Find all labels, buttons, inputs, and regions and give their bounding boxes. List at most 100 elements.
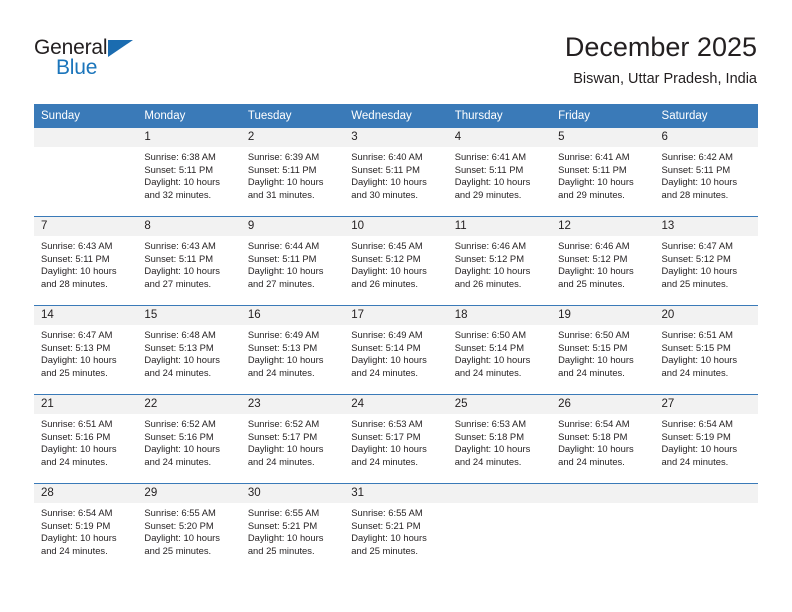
day-cell[interactable]: 31 Sunrise: 6:55 AM Sunset: 5:21 PM Dayligh… — [344, 483, 448, 572]
daylight-text-line2: and 25 minutes. — [144, 544, 212, 556]
daylight-text-line1: Daylight: 10 hours — [454, 265, 531, 277]
day-number: 21 — [34, 395, 138, 414]
daylight-text-line2: and 24 minutes. — [41, 455, 108, 467]
day-number: 16 — [240, 306, 345, 325]
sunset-text: Sunset: 5:11 PM — [144, 163, 214, 175]
calendar-week-row: 1 Sunrise: 6:38 AM Sunset: 5:11 PM Daylight… — [34, 127, 758, 216]
daylight-text-line2: and 25 minutes. — [661, 277, 729, 289]
calendar-cell: 15 Sunrise: 6:48 AM Sunset: 5:13 PM Dayligh… — [137, 305, 241, 394]
day-cell[interactable]: 16 Sunrise: 6:49 AM Sunset: 5:13 PM Dayligh… — [240, 305, 345, 394]
weekday-header-monday: Monday — [137, 104, 241, 127]
sunset-text: Sunset: 5:15 PM — [661, 341, 731, 353]
day-cell[interactable]: 12 Sunrise: 6:46 AM Sunset: 5:12 PM Dayligh… — [551, 216, 655, 305]
sunset-text: Sunset: 5:14 PM — [454, 341, 524, 353]
sunrise-text: Sunrise: 6:52 AM — [144, 418, 216, 429]
day-cell[interactable]: 20 Sunrise: 6:51 AM Sunset: 5:15 PM Dayligh… — [654, 305, 758, 394]
day-cell[interactable]: 4 Sunrise: 6:41 AM Sunset: 5:11 PM Daylight… — [447, 127, 552, 216]
sun-info: Sunrise: 6:42 AM Sunset: 5:11 PM Daylight:… — [655, 147, 758, 201]
day-cell[interactable]: 1 Sunrise: 6:38 AM Sunset: 5:11 PM Daylight… — [137, 127, 241, 216]
daylight-text-line1: Daylight: 10 hours — [41, 265, 117, 277]
calendar-cell — [34, 127, 138, 216]
sunset-text: Sunset: 5:11 PM — [661, 163, 731, 175]
day-cell[interactable]: 29 Sunrise: 6:55 AM Sunset: 5:20 PM Dayligh… — [137, 483, 241, 572]
day-number: 5 — [551, 128, 655, 147]
day-cell[interactable]: 6 Sunrise: 6:42 AM Sunset: 5:11 PM Daylight… — [654, 127, 758, 216]
generalblue-logo[interactable]: General Blue — [34, 36, 164, 82]
sunrise-text: Sunrise: 6:47 AM — [661, 240, 733, 251]
day-number: 17 — [344, 306, 448, 325]
daylight-text-line1: Daylight: 10 hours — [454, 354, 531, 366]
sun-info: Sunrise: 6:41 AM Sunset: 5:11 PM Daylight:… — [448, 147, 551, 201]
daylight-text-line2: and 26 minutes. — [351, 277, 418, 289]
sun-info: Sunrise: 6:55 AM Sunset: 5:20 PM Daylight:… — [137, 503, 240, 557]
day-cell[interactable]: 27 Sunrise: 6:54 AM Sunset: 5:19 PM Dayligh… — [654, 394, 758, 483]
title-block: December 2025 Biswan, Uttar Pradesh, Ind… — [565, 30, 757, 89]
sunset-text: Sunset: 5:12 PM — [454, 252, 524, 264]
sunset-text: Sunset: 5:11 PM — [558, 163, 627, 175]
day-cell[interactable]: 10 Sunrise: 6:45 AM Sunset: 5:12 PM Dayligh… — [344, 216, 448, 305]
daylight-text-line1: Daylight: 10 hours — [351, 265, 427, 277]
day-cell[interactable]: 19 Sunrise: 6:50 AM Sunset: 5:15 PM Dayligh… — [551, 305, 655, 394]
day-cell[interactable]: 3 Sunrise: 6:40 AM Sunset: 5:11 PM Daylight… — [344, 127, 448, 216]
daylight-text-line2: and 25 minutes. — [247, 544, 315, 556]
day-number: 22 — [137, 395, 241, 414]
sunset-text: Sunset: 5:11 PM — [454, 163, 524, 175]
daylight-text-line2: and 24 minutes. — [144, 455, 212, 467]
sunrise-text: Sunrise: 6:52 AM — [247, 418, 320, 429]
day-cell[interactable]: 22 Sunrise: 6:52 AM Sunset: 5:16 PM Dayligh… — [137, 394, 241, 483]
sunset-text: Sunset: 5:14 PM — [351, 341, 421, 353]
sun-info: Sunrise: 6:43 AM Sunset: 5:11 PM Daylight:… — [34, 236, 137, 290]
day-cell[interactable]: 28 Sunrise: 6:54 AM Sunset: 5:19 PM Dayligh… — [34, 483, 138, 572]
day-cell[interactable]: 14 Sunrise: 6:47 AM Sunset: 5:13 PM Dayligh… — [34, 305, 138, 394]
day-cell[interactable]: 9 Sunrise: 6:44 AM Sunset: 5:11 PM Daylight… — [240, 216, 345, 305]
daylight-text-line1: Daylight: 10 hours — [247, 532, 324, 544]
day-cell[interactable]: 11 Sunrise: 6:46 AM Sunset: 5:12 PM Dayligh… — [447, 216, 552, 305]
daylight-text-line2: and 27 minutes. — [247, 277, 315, 289]
sunrise-text: Sunrise: 6:41 AM — [454, 151, 527, 162]
sunrise-text: Sunrise: 6:40 AM — [351, 151, 423, 162]
day-number — [551, 484, 655, 503]
calendar-cell: 16 Sunrise: 6:49 AM Sunset: 5:13 PM Dayligh… — [240, 305, 345, 394]
daylight-text-line1: Daylight: 10 hours — [558, 354, 634, 366]
day-cell[interactable]: 26 Sunrise: 6:54 AM Sunset: 5:18 PM Dayligh… — [551, 394, 655, 483]
sunrise-text: Sunrise: 6:39 AM — [247, 151, 320, 162]
daylight-text-line2: and 24 minutes. — [661, 455, 729, 467]
sunrise-text: Sunrise: 6:43 AM — [41, 240, 113, 251]
calendar-cell: 20 Sunrise: 6:51 AM Sunset: 5:15 PM Dayligh… — [654, 305, 758, 394]
day-cell[interactable]: 24 Sunrise: 6:53 AM Sunset: 5:17 PM Dayligh… — [344, 394, 448, 483]
triangle-icon — [108, 40, 133, 57]
day-cell[interactable]: 15 Sunrise: 6:48 AM Sunset: 5:13 PM Dayligh… — [137, 305, 241, 394]
day-number: 10 — [344, 217, 448, 236]
calendar-cell: 17 Sunrise: 6:49 AM Sunset: 5:14 PM Dayligh… — [344, 305, 448, 394]
sunrise-text: Sunrise: 6:49 AM — [351, 329, 423, 340]
daylight-text-line2: and 30 minutes. — [351, 188, 418, 200]
day-number: 7 — [34, 217, 138, 236]
day-cell[interactable]: 30 Sunrise: 6:55 AM Sunset: 5:21 PM Dayligh… — [240, 483, 345, 572]
day-cell[interactable]: 21 Sunrise: 6:51 AM Sunset: 5:16 PM Dayligh… — [34, 394, 138, 483]
day-cell[interactable]: 18 Sunrise: 6:50 AM Sunset: 5:14 PM Dayligh… — [447, 305, 552, 394]
calendar-cell: 29 Sunrise: 6:55 AM Sunset: 5:20 PM Dayligh… — [137, 483, 241, 572]
day-cell[interactable]: 23 Sunrise: 6:52 AM Sunset: 5:17 PM Dayligh… — [240, 394, 345, 483]
day-cell[interactable]: 25 Sunrise: 6:53 AM Sunset: 5:18 PM Dayligh… — [447, 394, 552, 483]
sun-info: Sunrise: 6:51 AM Sunset: 5:16 PM Daylight:… — [34, 414, 137, 468]
calendar-cell: 21 Sunrise: 6:51 AM Sunset: 5:16 PM Dayligh… — [34, 394, 138, 483]
day-cell[interactable]: 13 Sunrise: 6:47 AM Sunset: 5:12 PM Dayligh… — [654, 216, 758, 305]
sun-info: Sunrise: 6:40 AM Sunset: 5:11 PM Daylight:… — [344, 147, 447, 201]
daylight-text-line1: Daylight: 10 hours — [558, 265, 634, 277]
day-cell[interactable]: 2 Sunrise: 6:39 AM Sunset: 5:11 PM Daylight… — [240, 127, 345, 216]
page-subtitle: Biswan, Uttar Pradesh, India — [573, 71, 757, 87]
day-cell[interactable]: 5 Sunrise: 6:41 AM Sunset: 5:11 PM Daylight… — [551, 127, 655, 216]
weekday-header-thursday: Thursday — [447, 104, 552, 127]
sun-info: Sunrise: 6:46 AM Sunset: 5:12 PM Daylight:… — [551, 236, 654, 290]
calendar-cell: 9 Sunrise: 6:44 AM Sunset: 5:11 PM Daylight… — [240, 216, 345, 305]
sun-info: Sunrise: 6:41 AM Sunset: 5:11 PM Daylight:… — [551, 147, 654, 201]
sunrise-text: Sunrise: 6:48 AM — [144, 329, 216, 340]
weekday-header-wednesday: Wednesday — [344, 104, 448, 127]
day-cell[interactable]: 17 Sunrise: 6:49 AM Sunset: 5:14 PM Dayligh… — [344, 305, 448, 394]
daylight-text-line1: Daylight: 10 hours — [351, 354, 427, 366]
day-cell[interactable]: 8 Sunrise: 6:43 AM Sunset: 5:11 PM Daylight… — [137, 216, 241, 305]
sun-info: Sunrise: 6:46 AM Sunset: 5:12 PM Daylight:… — [448, 236, 551, 290]
day-cell[interactable]: 7 Sunrise: 6:43 AM Sunset: 5:11 PM Daylight… — [34, 216, 138, 305]
sun-info: Sunrise: 6:49 AM Sunset: 5:14 PM Daylight:… — [344, 325, 447, 379]
sun-info: Sunrise: 6:52 AM Sunset: 5:17 PM Daylight:… — [241, 414, 344, 468]
